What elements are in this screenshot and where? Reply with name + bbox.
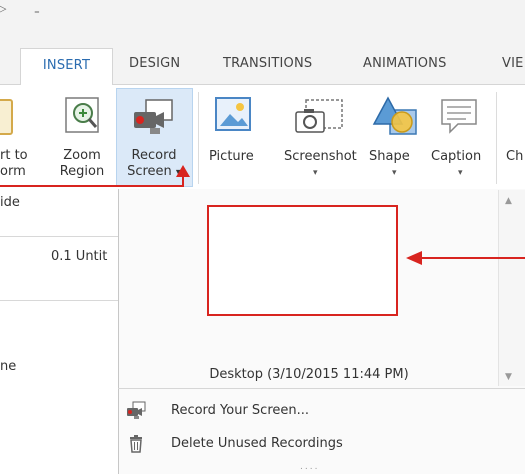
thumbnail-caption[interactable]: Desktop (3/10/2015 11:44 PM) [118, 367, 500, 382]
forward-arrow-icon[interactable]: ▷ [0, 2, 6, 15]
chevron-down-icon[interactable]: ▾ [458, 168, 463, 178]
annotation-arrow-line [0, 185, 182, 187]
tab-animations[interactable]: ANIMATIONS [363, 56, 447, 71]
quick-access-toolbar: ▷ ₌ [0, 0, 525, 44]
chart-button[interactable]: Ch [506, 149, 523, 165]
slide-icon[interactable] [0, 96, 16, 138]
record-your-screen-item[interactable]: Record Your Screen... [119, 398, 525, 425]
list-item[interactable]: 0.1 Untit [51, 249, 107, 264]
caption-button[interactable]: Caption [431, 149, 481, 165]
picture-button[interactable]: Picture [209, 149, 254, 165]
delete-unused-recordings-item[interactable]: Delete Unused Recordings [119, 431, 525, 458]
group-label: ide [0, 195, 20, 210]
menu-separator [118, 388, 525, 389]
screenshot-button[interactable]: Screenshot [284, 149, 357, 165]
left-panel [0, 189, 118, 474]
picture-icon[interactable] [214, 96, 254, 136]
caption-icon[interactable] [438, 96, 482, 138]
shape-button[interactable]: Shape [369, 149, 410, 165]
tab-transitions[interactable]: TRANSITIONS [223, 56, 312, 71]
slide-button-label[interactable]: rt to orm [0, 148, 28, 180]
list-item[interactable]: ne [0, 359, 16, 374]
tab-design[interactable]: DESIGN [129, 56, 180, 71]
record-screen-icon [126, 401, 146, 421]
tab-view[interactable]: VIE [502, 56, 524, 71]
trash-icon [126, 434, 146, 454]
screenshot-icon[interactable] [292, 96, 348, 138]
resize-grip[interactable]: .... [300, 462, 319, 472]
annotation-arrow-line [420, 257, 525, 259]
record-screen-icon[interactable] [132, 98, 176, 138]
zoom-region-button[interactable]: Zoom Region [56, 148, 108, 180]
ribbon-separator [198, 92, 199, 184]
scroll-down-icon[interactable]: ▼ [505, 372, 512, 382]
shape-icon[interactable] [372, 94, 420, 138]
chevron-down-icon[interactable]: ▾ [313, 168, 318, 178]
annotation-arrowhead-icon [406, 251, 422, 265]
tab-insert[interactable]: INSERT [20, 48, 113, 86]
menu-item-label: Record Your Screen... [171, 403, 310, 418]
customize-toolbar-icon[interactable]: ₌ [34, 4, 40, 17]
ribbon-separator [496, 92, 497, 184]
chevron-down-icon[interactable]: ▾ [392, 168, 397, 178]
scroll-up-icon[interactable]: ▲ [505, 196, 512, 206]
gallery-scrollbar[interactable] [498, 190, 525, 386]
zoom-region-icon[interactable] [64, 96, 100, 136]
annotation-arrowhead-icon [176, 165, 190, 177]
menu-item-label: Delete Unused Recordings [171, 436, 343, 451]
divider [0, 236, 118, 237]
thumbnail-highlight-box [207, 205, 398, 316]
divider [0, 300, 118, 301]
